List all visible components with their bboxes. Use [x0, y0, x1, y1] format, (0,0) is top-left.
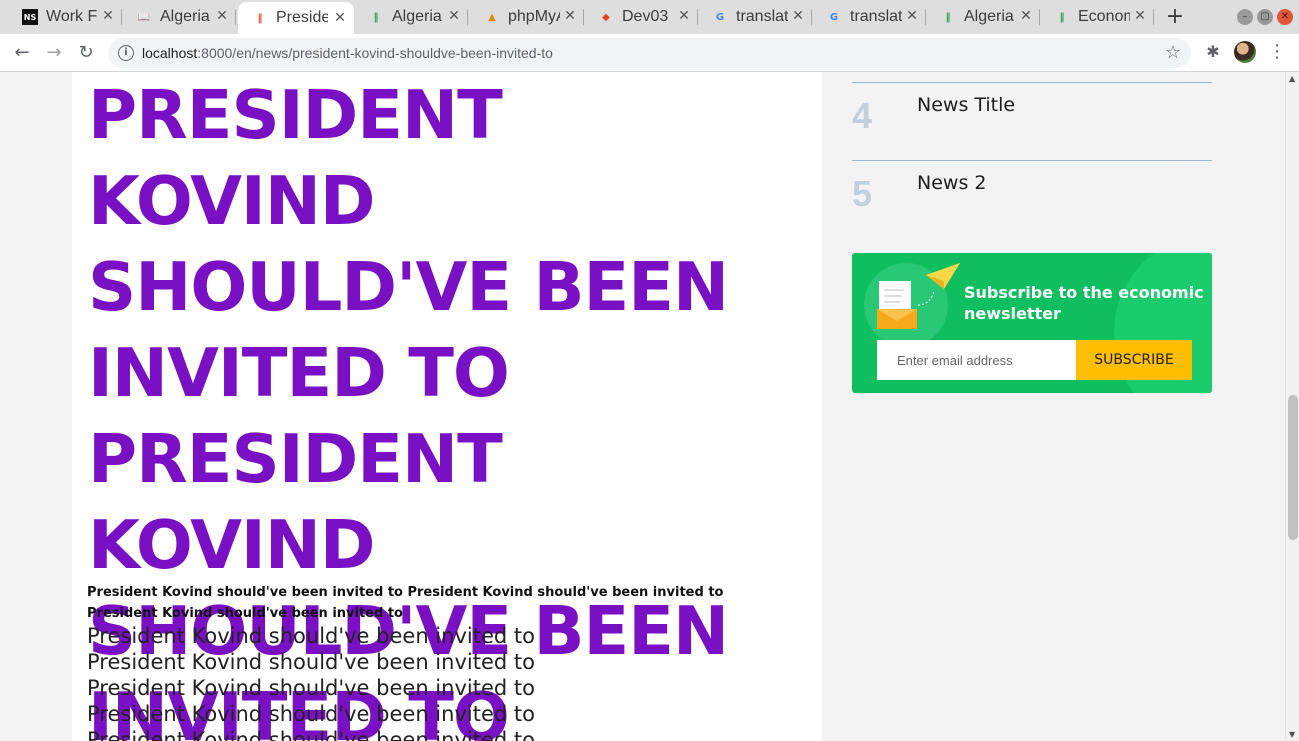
- tab-close-icon[interactable]: ✕: [214, 8, 230, 24]
- google-icon: G: [829, 11, 839, 23]
- newsletter-title: Subscribe to the economic newsletter: [964, 283, 1204, 323]
- tab-separator: [235, 9, 236, 25]
- ranked-news-item[interactable]: 5 News 2: [852, 160, 1212, 238]
- site-icon: ‖: [1059, 11, 1065, 23]
- tab-title: Algeria: [160, 8, 210, 25]
- phpmyadmin-icon: ▲: [488, 11, 496, 23]
- article-lead: President Kovind should've been invited …: [87, 585, 724, 621]
- bookmark-star-icon[interactable]: ☆: [1165, 42, 1181, 63]
- article-body-line: President Kovind should've been invited …: [87, 650, 535, 674]
- article-body-line: President Kovind should've been invited …: [87, 676, 535, 700]
- tab-close-icon[interactable]: ✕: [446, 8, 462, 24]
- tab-title: Algeria: [964, 8, 1014, 25]
- browser-tab[interactable]: ‖ Algeria ✕: [926, 0, 1040, 34]
- url-text[interactable]: localhost:8000/en/news/president-kovind-…: [142, 45, 553, 61]
- browser-toolbar: ← → ↻ i localhost:8000/en/news/president…: [0, 34, 1299, 72]
- url-path: :8000/en/news/president-kovind-shouldve-…: [197, 45, 553, 61]
- article-card: PRESIDENT KOVIND SHOULD'VE BEEN INVITED …: [72, 72, 822, 741]
- subscribe-button[interactable]: SUBSCRIBE: [1076, 340, 1192, 380]
- tab-title: translate: [850, 8, 902, 25]
- scroll-thumb[interactable]: [1288, 395, 1298, 540]
- browser-tab[interactable]: Gtranslate✕: [698, 0, 812, 34]
- profile-avatar[interactable]: [1234, 41, 1256, 63]
- new-tab-button[interactable]: +: [1163, 5, 1187, 29]
- tab-title: Work From Home: [46, 8, 98, 25]
- menu-kebab-icon[interactable]: ⋮: [1266, 41, 1288, 63]
- browser-tab[interactable]: 📖 Algeria ✕: [122, 0, 236, 34]
- extensions-icon[interactable]: ✱: [1202, 41, 1224, 63]
- page-scrollbar[interactable]: ▲ ▼: [1285, 72, 1299, 741]
- rank-number: 5: [852, 173, 873, 214]
- site-info-icon[interactable]: i: [118, 45, 134, 61]
- forward-icon[interactable]: →: [42, 41, 66, 65]
- tab-title: Dev03: [622, 8, 669, 25]
- reload-icon[interactable]: ↻: [74, 41, 98, 65]
- browser-tab[interactable]: ▲ phpMyAdmin✕: [470, 0, 584, 34]
- article-body-line: President Kovind should've been invited …: [87, 702, 535, 726]
- address-bar[interactable]: i localhost:8000/en/news/president-kovin…: [108, 38, 1191, 68]
- google-icon: G: [715, 11, 725, 23]
- article-body-line: President Kovind should've been invited …: [87, 728, 535, 741]
- browser-tab[interactable]: ‖ Algeria ✕: [354, 0, 468, 34]
- browser-tab[interactable]: ‖ Economy✕: [1040, 0, 1154, 34]
- tab-title: President: [276, 9, 328, 26]
- article-body-line: President Kovind should've been invited …: [87, 624, 535, 648]
- window-close-icon[interactable]: ✕: [1277, 9, 1293, 25]
- tab-close-icon[interactable]: ✕: [562, 8, 578, 24]
- book-icon: 📖: [137, 11, 151, 23]
- minimize-icon[interactable]: –: [1237, 9, 1253, 25]
- article-body: President Kovind should've been invited …: [87, 623, 787, 741]
- back-icon[interactable]: ←: [10, 41, 34, 65]
- site-icon: ‖: [257, 12, 263, 24]
- tab-close-icon[interactable]: ✕: [676, 8, 692, 24]
- ns-icon: NS: [22, 9, 38, 25]
- browser-tab[interactable]: ‖ President✕: [238, 2, 354, 34]
- site-icon: ‖: [945, 11, 951, 23]
- browser-tab[interactable]: NS Work From Home✕: [8, 0, 122, 34]
- envelope-plane-icon: [877, 263, 960, 329]
- tab-title: Algeria: [392, 8, 442, 25]
- tab-separator: [467, 9, 468, 25]
- rank-title-link[interactable]: News 2: [917, 172, 986, 194]
- tab-close-icon[interactable]: ✕: [790, 8, 806, 24]
- gitlab-icon: ◆: [602, 11, 610, 23]
- tab-separator: [1153, 9, 1154, 25]
- scroll-up-icon[interactable]: ▲: [1289, 74, 1295, 83]
- tab-close-icon[interactable]: ✕: [100, 8, 116, 24]
- rank-title-link[interactable]: News Title: [917, 94, 1015, 116]
- tab-strip: NSWork From Home✕📖Algeria✕‖President✕‖Al…: [0, 0, 1299, 34]
- tab-close-icon[interactable]: ✕: [1018, 8, 1034, 24]
- ranked-news-item[interactable]: 4 News Title: [852, 82, 1212, 160]
- browser-tab[interactable]: ◆ Dev03 ✕: [584, 0, 698, 34]
- tab-close-icon[interactable]: ✕: [1132, 8, 1148, 24]
- email-input[interactable]: [877, 340, 1076, 380]
- tab-title: Economy: [1078, 8, 1130, 25]
- tab-title: phpMyAdmin: [508, 8, 560, 25]
- site-icon: ‖: [373, 11, 379, 23]
- web-page: PRESIDENT KOVIND SHOULD'VE BEEN INVITED …: [0, 72, 1285, 741]
- url-host: localhost: [142, 45, 198, 61]
- browser-tab[interactable]: Gtranslate✕: [812, 0, 926, 34]
- tab-title: translate: [736, 8, 788, 25]
- tab-close-icon[interactable]: ✕: [904, 8, 920, 24]
- scroll-down-icon[interactable]: ▼: [1289, 730, 1295, 739]
- maximize-icon[interactable]: ▢: [1257, 9, 1273, 25]
- newsletter-box: Subscribe to the economic newsletter SUB…: [852, 253, 1212, 393]
- rank-number: 4: [852, 95, 873, 136]
- tab-close-icon[interactable]: ✕: [332, 10, 348, 26]
